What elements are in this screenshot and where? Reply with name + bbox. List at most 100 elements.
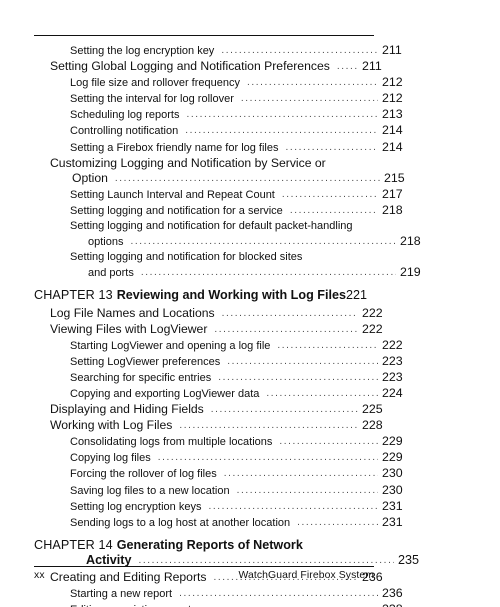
toc-entry-title: Setting Global Logging and Notification … xyxy=(50,59,330,74)
toc-page-number: 230 xyxy=(382,466,403,481)
dot-leader: ........................................… xyxy=(210,404,358,416)
dot-leader: ........................................… xyxy=(336,61,358,73)
toc-entry[interactable]: Setting the log encryption key..........… xyxy=(34,43,410,59)
dot-leader: ........................................… xyxy=(198,603,378,607)
folio-number: xx xyxy=(34,570,45,581)
dot-leader: ........................................… xyxy=(218,371,378,383)
dot-leader: ........................................… xyxy=(246,77,378,89)
toc-entry[interactable]: Setting logging and notification for def… xyxy=(34,219,421,250)
dot-leader: ........................................… xyxy=(240,93,378,105)
toc-entry[interactable]: Log file size and rollover frequency....… xyxy=(34,75,410,91)
page-footer: xx WatchGuard Firebox System xyxy=(34,570,374,581)
toc-entry[interactable]: Forcing the rollover of log files.......… xyxy=(34,466,410,482)
toc-entry[interactable]: Sending logs to a log host at another lo… xyxy=(34,515,410,531)
toc-entry-title: Displaying and Hiding Fields xyxy=(50,402,204,417)
toc-page-number: 224 xyxy=(382,385,403,400)
toc-page-number: 231 xyxy=(382,514,403,529)
toc-entry-continuation: options.................................… xyxy=(70,234,428,250)
chapter-heading: CHAPTER 14 Generating Reports of Network xyxy=(34,538,374,553)
chapter-label: CHAPTER 13 xyxy=(34,288,113,303)
toc-page-number: 222 xyxy=(362,321,383,336)
toc-entry[interactable]: Copying and exporting LogViewer data....… xyxy=(34,386,410,402)
toc-page-number: 217 xyxy=(382,186,403,201)
toc-entry[interactable]: Setting LogViewer preferences...........… xyxy=(34,354,410,370)
toc-entry-continuation: and ports...............................… xyxy=(70,265,428,281)
toc-page-number: 212 xyxy=(382,91,403,106)
chapter-label: CHAPTER 14 xyxy=(34,537,113,552)
toc-entry[interactable]: Starting LogViewer and opening a log fil… xyxy=(34,338,410,354)
toc-entry[interactable]: Copying log files.......................… xyxy=(34,450,410,466)
toc-entry-title-line2: and ports xyxy=(88,267,134,280)
toc-page-number: 212 xyxy=(382,75,403,90)
toc-page-number: 225 xyxy=(362,402,383,417)
toc-entry[interactable]: Setting logging and notification for blo… xyxy=(34,250,421,281)
toc-entry[interactable]: Displaying and Hiding Fields............… xyxy=(34,402,390,418)
toc-entry[interactable]: Saving log files to a new location......… xyxy=(34,483,410,499)
toc-entry[interactable]: Setting Launch Interval and Repeat Count… xyxy=(34,187,410,203)
toc-entry-title: Sending logs to a log host at another lo… xyxy=(70,516,291,529)
toc-page-number: 238 xyxy=(382,602,410,607)
dot-leader: ........................................… xyxy=(236,484,378,496)
toc-entry[interactable]: Setting log encryption keys.............… xyxy=(34,499,410,515)
toc-page-number: 230 xyxy=(382,482,403,497)
dot-leader: ........................................… xyxy=(179,420,358,432)
dot-leader: ........................................… xyxy=(285,141,379,153)
toc-entry[interactable]: Searching for specific entries..........… xyxy=(34,370,410,386)
dot-leader: ........................................… xyxy=(214,323,358,335)
dot-leader: ........................................… xyxy=(289,204,378,216)
toc-entry-title: Starting a new report xyxy=(70,588,173,601)
toc-entry-title: Saving log files to a new location xyxy=(70,484,230,497)
toc-page-number: 214 xyxy=(382,123,403,138)
toc-page-number: 229 xyxy=(382,450,403,465)
toc-entry[interactable]: Customizing Logging and Notification by … xyxy=(34,156,405,187)
dot-leader: ........................................… xyxy=(157,452,378,464)
toc-entry-title: Working with Log Files xyxy=(50,418,173,433)
header-rule xyxy=(34,35,374,36)
toc-entry[interactable]: Viewing Files with LogViewer............… xyxy=(34,322,390,338)
chapter-title-line1: Generating Reports of Network xyxy=(116,537,303,552)
toc-entry-title: Searching for specific entries xyxy=(70,371,212,384)
toc-entry[interactable]: Setting the interval for log rollover...… xyxy=(34,91,410,107)
dot-leader: ........................................… xyxy=(140,267,396,279)
toc-entry[interactable]: Setting Global Logging and Notification … xyxy=(34,59,390,75)
toc-page-number: 222 xyxy=(362,305,383,320)
toc-page-number: 236 xyxy=(382,586,403,601)
toc-chapter-entry[interactable]: CHAPTER 14 Generating Reports of Network A… xyxy=(34,538,419,569)
dot-leader: ........................................… xyxy=(186,109,378,121)
toc-page-number: 218 xyxy=(400,234,421,249)
toc-entry-title: Setting the interval for log rollover xyxy=(70,93,234,106)
toc-entry-title: Starting LogViewer and opening a log fil… xyxy=(70,339,271,352)
toc-entry[interactable]: Editing an existing report..............… xyxy=(34,602,410,607)
toc-entry-title: Forcing the rollover of log files xyxy=(70,468,217,481)
dot-leader: ........................................… xyxy=(297,516,378,528)
toc-entry-title-line2: options xyxy=(88,236,124,249)
toc-entry[interactable]: Scheduling log reports..................… xyxy=(34,107,410,123)
toc-page-number: 231 xyxy=(382,498,403,513)
dot-leader: ........................................… xyxy=(221,45,378,56)
dot-leader: ........................................… xyxy=(179,588,378,600)
toc-page-number: 215 xyxy=(384,170,405,185)
toc-page-number: 228 xyxy=(362,418,383,433)
chapter-heading: CHAPTER 13 Reviewing and Working with Log… xyxy=(34,288,346,303)
toc-chapter-entry[interactable]: CHAPTER 13 Reviewing and Working with Log… xyxy=(34,288,374,304)
toc-entry-title: Copying log files xyxy=(70,452,151,465)
footer-rule xyxy=(34,566,374,567)
toc-entry-title: Log File Names and Locations xyxy=(50,305,215,320)
toc-page-number: 213 xyxy=(382,107,403,122)
toc-entry[interactable]: Starting a new report...................… xyxy=(34,586,410,602)
toc-entry[interactable]: Log File Names and Locations............… xyxy=(34,306,390,322)
toc-entry[interactable]: Setting a Firebox friendly name for log … xyxy=(34,140,410,156)
toc-page-number: 218 xyxy=(382,202,403,217)
toc-entry[interactable]: Controlling notification................… xyxy=(34,123,410,139)
toc-entry-title: Viewing Files with LogViewer xyxy=(50,321,208,336)
toc-entry-title: Scheduling log reports xyxy=(70,109,180,122)
toc-entry[interactable]: Working with Log Files..................… xyxy=(34,418,390,434)
toc-entry[interactable]: Consolidating logs from multiple locatio… xyxy=(34,434,410,450)
toc-entry-title: Setting Launch Interval and Repeat Count xyxy=(70,188,275,201)
dot-leader: ........................................… xyxy=(208,500,378,512)
toc-entry-continuation: Option..................................… xyxy=(50,171,412,187)
toc-entry-title: Copying and exporting LogViewer data xyxy=(70,387,260,400)
toc-entry[interactable]: Setting logging and notification for a s… xyxy=(34,203,410,219)
dot-leader: ........................................… xyxy=(130,236,396,248)
toc-entry-title-line1: Setting logging and notification for def… xyxy=(70,220,353,233)
